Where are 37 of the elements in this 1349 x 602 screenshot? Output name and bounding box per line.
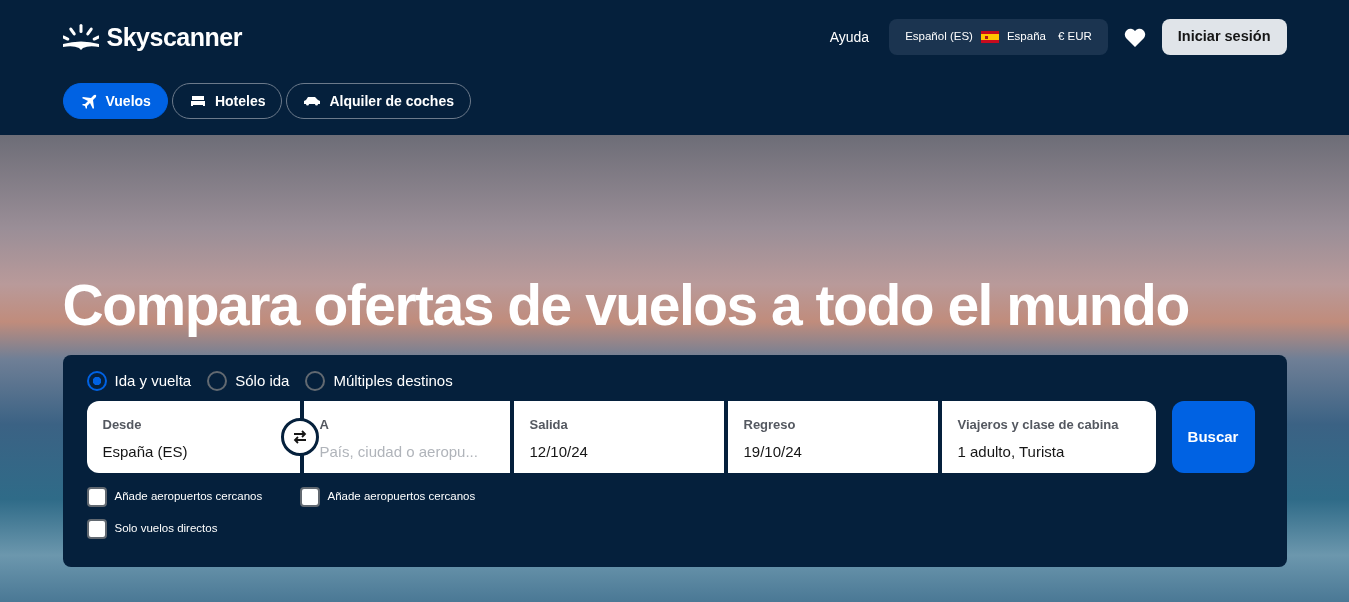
logo-icon [62, 24, 99, 50]
field-label: A [319, 416, 330, 434]
trip-type-label[interactable]: Sólo ida [235, 369, 290, 393]
search-field[interactable]: A País, ciudad o aeropu... [303, 401, 510, 473]
search-field[interactable]: Viajeros y clase de cabina 1 adulto, Turista [941, 401, 1156, 473]
trip-type-label[interactable]: Múltiples destinos [333, 369, 453, 393]
flag-icon [980, 31, 999, 43]
field-value[interactable]: 19/10/24 [743, 440, 922, 463]
tab[interactable]: Vuelos [62, 83, 168, 119]
search-field[interactable]: Desde España (ES) [86, 401, 300, 473]
field-label: Desde [102, 416, 143, 434]
locale-button[interactable]: Español (ES) España € EUR [889, 19, 1108, 55]
checkbox[interactable] [86, 487, 107, 507]
search-button[interactable]: Buscar [1171, 401, 1255, 473]
checkbox-label[interactable]: Añade aeropuertos cercanos [114, 488, 263, 506]
field-value[interactable]: España (ES) [102, 440, 284, 463]
search-field[interactable]: Regreso 19/10/24 [727, 401, 938, 473]
field-value[interactable]: 1 adulto, Turista [957, 440, 1140, 463]
field-label: Viajeros y clase de cabina [957, 416, 1120, 434]
heart-icon[interactable] [1123, 27, 1146, 47]
radio-button[interactable] [305, 371, 326, 391]
field-value[interactable]: País, ciudad o aeropu... [319, 440, 494, 463]
search-field[interactable]: Salida 12/10/24 [513, 401, 724, 473]
field-label: Regreso [743, 416, 797, 434]
field-label: Salida [529, 416, 569, 434]
brand-name[interactable]: Skyscanner [106, 24, 242, 50]
checkbox[interactable] [86, 519, 107, 539]
trip-type-label[interactable]: Ida y vuelta [114, 369, 192, 393]
login-button[interactable]: Iniciar sesión [1161, 19, 1287, 55]
field-value[interactable]: 12/10/24 [529, 440, 708, 463]
checkbox[interactable] [299, 487, 320, 507]
radio-button[interactable] [86, 371, 107, 391]
swap-icon [291, 429, 308, 445]
help-link[interactable]: Ayuda [829, 26, 870, 48]
radio-button[interactable] [207, 371, 228, 391]
checkbox-label[interactable]: Añade aeropuertos cercanos [327, 488, 476, 506]
checkbox-label[interactable]: Solo vuelos directos [114, 520, 218, 538]
